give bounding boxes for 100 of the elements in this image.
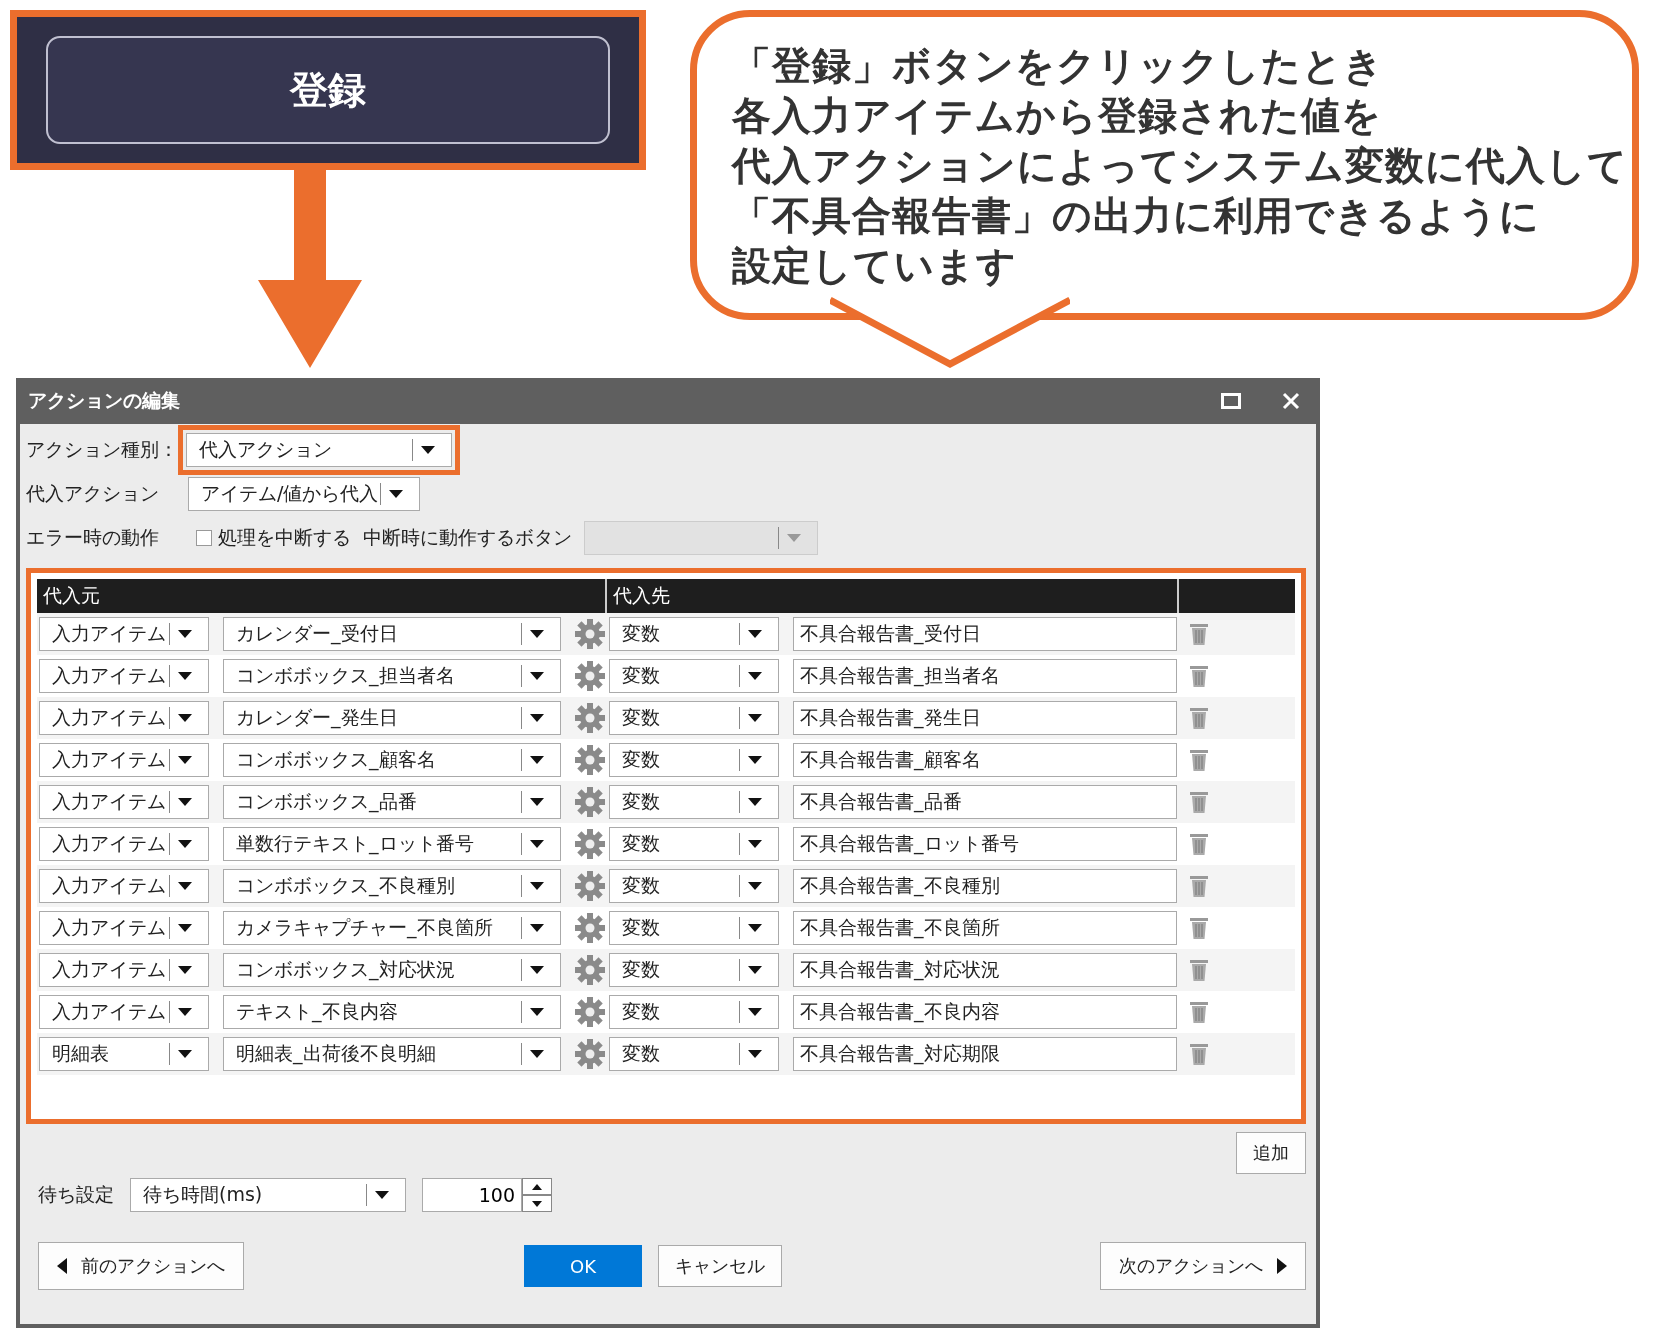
dropdown[interactable]: アイテム/値から代入 [188,477,420,511]
ok-button[interactable]: OK [524,1245,642,1287]
dropdown[interactable]: 変数 [609,869,779,903]
trash-icon[interactable] [1189,706,1209,730]
caret-icon [530,714,544,722]
callout-text: 「不具合報告書」の出力に利用できるように [732,192,1541,240]
dropdown[interactable]: 入力アイテム [39,911,209,945]
dropdown[interactable]: 変数 [609,1037,779,1071]
caret-icon [748,714,762,722]
caret-icon [375,1191,389,1199]
text-field[interactable]: 不具合報告書_不良種別 [793,869,1177,903]
text-field[interactable]: 不具合報告書_担当者名 [793,659,1177,693]
gear-icon[interactable] [575,619,605,649]
dropdown[interactable]: 入力アイテム [39,701,209,735]
text-field[interactable]: 不具合報告書_不良内容 [793,995,1177,1029]
dropdown[interactable]: 変数 [609,785,779,819]
trash-icon[interactable] [1189,748,1209,772]
dropdown[interactable]: コンボボックス_品番 [223,785,561,819]
gear-icon[interactable] [575,913,605,943]
gear-icon[interactable] [575,1039,605,1069]
dropdown[interactable]: 変数 [609,617,779,651]
text-field[interactable]: 不具合報告書_対応期限 [793,1037,1177,1071]
caret-icon [530,756,544,764]
trash-icon[interactable] [1189,1000,1209,1024]
spin-up-button[interactable] [522,1178,552,1195]
caret-icon [748,966,762,974]
dropdown[interactable]: カレンダー_発生日 [223,701,561,735]
dropdown[interactable]: 入力アイテム [39,659,209,693]
dropdown[interactable]: 変数 [609,701,779,735]
dropdown[interactable]: 明細表_出荷後不良明細 [223,1037,561,1071]
dropdown[interactable]: 入力アイテム [39,827,209,861]
dropdown[interactable]: 変数 [609,827,779,861]
dropdown[interactable]: カレンダー_受付日 [223,617,561,651]
dropdown[interactable]: テキスト_不良内容 [223,995,561,1029]
dropdown[interactable]: 代入アクション [186,433,452,467]
caret-icon [178,714,192,722]
cancel-button[interactable]: キャンセル [658,1245,782,1287]
spin-down-button[interactable] [522,1195,552,1212]
dropdown[interactable]: 変数 [609,911,779,945]
close-icon [1282,392,1300,410]
dropdown[interactable]: 入力アイテム [39,869,209,903]
text-field[interactable]: 不具合報告書_不良箇所 [793,911,1177,945]
gear-icon[interactable] [575,997,605,1027]
field-label: 待ち設定 [38,1182,114,1207]
gear-icon[interactable] [575,829,605,859]
text-field[interactable]: 不具合報告書_対応状況 [793,953,1177,987]
text-field[interactable]: 不具合報告書_顧客名 [793,743,1177,777]
add-button[interactable]: 追加 [1236,1132,1306,1174]
dropdown[interactable]: コンボボックス_対応状況 [223,953,561,987]
gear-icon[interactable] [575,703,605,733]
dropdown[interactable]: 変数 [609,659,779,693]
dropdown[interactable]: コンボボックス_不良種別 [223,869,561,903]
dropdown[interactable]: コンボボックス_担当者名 [223,659,561,693]
text-field[interactable]: 不具合報告書_受付日 [793,617,1177,651]
checkbox-label: 処理を中断する [218,525,351,550]
dropdown[interactable]: 変数 [609,995,779,1029]
trash-icon[interactable] [1189,916,1209,940]
previous-action-button[interactable]: 前のアクションへ [38,1242,244,1290]
gear-icon[interactable] [575,955,605,985]
text-field[interactable]: 不具合報告書_発生日 [793,701,1177,735]
gear-icon[interactable] [575,745,605,775]
text-field[interactable]: 不具合報告書_品番 [793,785,1177,819]
dropdown[interactable]: カメラキャプチャー_不良箇所 [223,911,561,945]
caret-icon [178,966,192,974]
dropdown[interactable]: 入力アイテム [39,995,209,1029]
dropdown[interactable]: 明細表 [39,1037,209,1071]
trash-icon[interactable] [1189,958,1209,982]
caret-icon [530,798,544,806]
caret-icon [530,672,544,680]
caret-icon [748,1008,762,1016]
dropdown[interactable]: 入力アイテム [39,617,209,651]
dropdown[interactable]: 変数 [609,953,779,987]
trash-icon[interactable] [1189,1042,1209,1066]
trash-icon[interactable] [1189,874,1209,898]
dropdown[interactable]: 入力アイテム [39,953,209,987]
trash-icon[interactable] [1189,790,1209,814]
trash-icon[interactable] [1189,832,1209,856]
caret-icon [787,534,801,542]
dropdown[interactable]: 待ち時間(ms) [130,1178,406,1212]
gear-icon[interactable] [575,661,605,691]
gear-icon[interactable] [575,871,605,901]
number-field[interactable]: 100 [422,1178,522,1212]
callout-text: 「登録」ボタンをクリックしたとき [732,42,1385,90]
dropdown[interactable]: 変数 [609,743,779,777]
trash-icon[interactable] [1189,664,1209,688]
dropdown[interactable]: 入力アイテム [39,785,209,819]
caret-icon [530,924,544,932]
checkbox[interactable] [196,530,212,546]
down-triangle-icon [532,1200,542,1207]
dropdown[interactable]: コンボボックス_顧客名 [223,743,561,777]
dropdown[interactable]: 入力アイテム [39,743,209,777]
dropdown[interactable]: 単数行テキスト_ロット番号 [223,827,561,861]
caret-icon [748,672,762,680]
trash-icon[interactable] [1189,622,1209,646]
next-action-button[interactable]: 次のアクションへ [1100,1242,1306,1290]
caret-icon [178,672,192,680]
gear-icon[interactable] [575,787,605,817]
caret-icon [530,630,544,638]
caret-icon [178,798,192,806]
text-field[interactable]: 不具合報告書_ロット番号 [793,827,1177,861]
